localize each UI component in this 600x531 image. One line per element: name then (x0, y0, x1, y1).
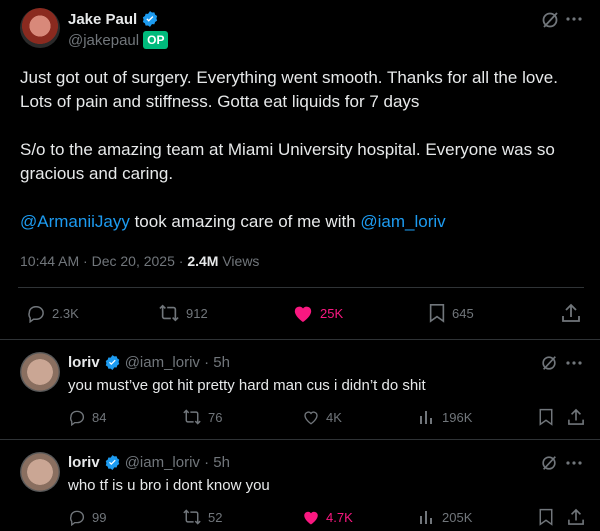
reply-author-handle[interactable]: @iam_loriv · 5h (125, 454, 230, 471)
heart-icon (302, 508, 320, 526)
repost-count: 76 (208, 409, 223, 425)
verified-badge-icon (104, 354, 121, 371)
post-line-3: S/o to the amazing team at Miami Univers… (20, 140, 555, 159)
post-meta: 10:44 AM · Dec 20, 2025 · 2.4M Views (20, 253, 259, 269)
bookmark-button[interactable]: 645 (428, 303, 474, 323)
post-line-4: gracious and caring. (20, 164, 174, 183)
author-name[interactable]: Jake Paul (68, 11, 137, 28)
share-icon[interactable] (568, 408, 584, 426)
divider (0, 339, 600, 340)
heart-icon (292, 303, 314, 323)
reply-icon (68, 408, 86, 426)
views-button[interactable]: 205K (418, 508, 472, 526)
author-handle[interactable]: @jakepaul (68, 32, 139, 49)
repost-icon (182, 508, 202, 526)
like-count: 4.7K (326, 509, 353, 525)
views-button[interactable]: 196K (418, 408, 472, 426)
bookmark-icon[interactable] (538, 508, 554, 526)
share-icon (562, 303, 580, 323)
reply-avatar[interactable] (20, 352, 60, 392)
reply-author-handle[interactable]: @iam_loriv · 5h (125, 354, 230, 371)
post-views-label: Views (218, 253, 260, 269)
reply-count: 84 (92, 409, 107, 425)
reply-count: 2.3K (52, 305, 79, 321)
views-count: 196K (442, 409, 473, 425)
like-button[interactable]: 25K (292, 303, 343, 323)
reply-author-name[interactable]: loriv (68, 354, 100, 371)
author-avatar[interactable] (20, 8, 60, 48)
mention-iam-loriv[interactable]: @iam_loriv (360, 212, 445, 231)
op-badge: OP (143, 31, 169, 49)
grok-icon[interactable] (540, 10, 560, 30)
mention-armaniijayy[interactable]: @ArmaniiJayy (20, 212, 130, 231)
reply-button[interactable]: 99 (68, 508, 106, 526)
repost-icon (158, 303, 180, 323)
reply-icon (26, 303, 46, 323)
post-line-5: @ArmaniiJayy took amazing care of me wit… (20, 210, 590, 234)
divider (0, 439, 600, 440)
post-timestamp[interactable]: 10:44 AM · Dec 20, 2025 · (20, 253, 187, 269)
reply-text: who tf is u bro i dont know you (68, 477, 270, 494)
reply-header: loriv @iam_loriv · 5h (68, 354, 230, 371)
heart-icon (302, 408, 320, 426)
reply-icon (68, 508, 86, 526)
verified-badge-icon (141, 10, 159, 28)
reply-header: loriv @iam_loriv · 5h (68, 454, 230, 471)
repost-button[interactable]: 912 (158, 303, 208, 323)
like-button[interactable]: 4K (302, 408, 342, 426)
more-icon[interactable] (566, 461, 582, 465)
views-count: 205K (442, 509, 473, 525)
post-line-1: Just got out of surgery. Everything went… (20, 68, 558, 87)
post-line-2: Lots of pain and stiffness. Gotta eat li… (20, 92, 420, 111)
share-icon[interactable] (568, 508, 584, 526)
reply-author-name[interactable]: loriv (68, 454, 100, 471)
like-button[interactable]: 4.7K (302, 508, 353, 526)
share-button[interactable] (562, 303, 580, 323)
reply-text: you must’ve got hit pretty hard man cus … (68, 377, 426, 394)
repost-button[interactable]: 76 (182, 408, 222, 426)
author-handle-row: @jakepaul OP (68, 31, 169, 49)
bookmark-icon (428, 303, 446, 323)
post-body: Just got out of surgery. Everything went… (20, 66, 590, 234)
repost-icon (182, 408, 202, 426)
reply-button[interactable]: 2.3K (26, 303, 79, 323)
bookmark-count: 645 (452, 305, 474, 321)
divider (18, 287, 584, 288)
author-name-row: Jake Paul (68, 10, 159, 28)
reply-avatar[interactable] (20, 452, 60, 492)
repost-button[interactable]: 52 (182, 508, 222, 526)
more-icon[interactable] (566, 361, 582, 365)
repost-count: 912 (186, 305, 208, 321)
bookmark-icon[interactable] (538, 408, 554, 426)
views-icon (418, 408, 436, 426)
like-count: 4K (326, 409, 342, 425)
verified-badge-icon (104, 454, 121, 471)
post-views-count: 2.4M (187, 253, 219, 269)
grok-icon[interactable] (540, 354, 558, 372)
more-icon[interactable] (566, 17, 582, 21)
grok-icon[interactable] (540, 454, 558, 472)
reply-count: 99 (92, 509, 107, 525)
like-count: 25K (320, 305, 344, 321)
views-icon (418, 508, 436, 526)
repost-count: 52 (208, 509, 223, 525)
reply-button[interactable]: 84 (68, 408, 106, 426)
post-line-5-mid: took amazing care of me with (129, 212, 361, 231)
